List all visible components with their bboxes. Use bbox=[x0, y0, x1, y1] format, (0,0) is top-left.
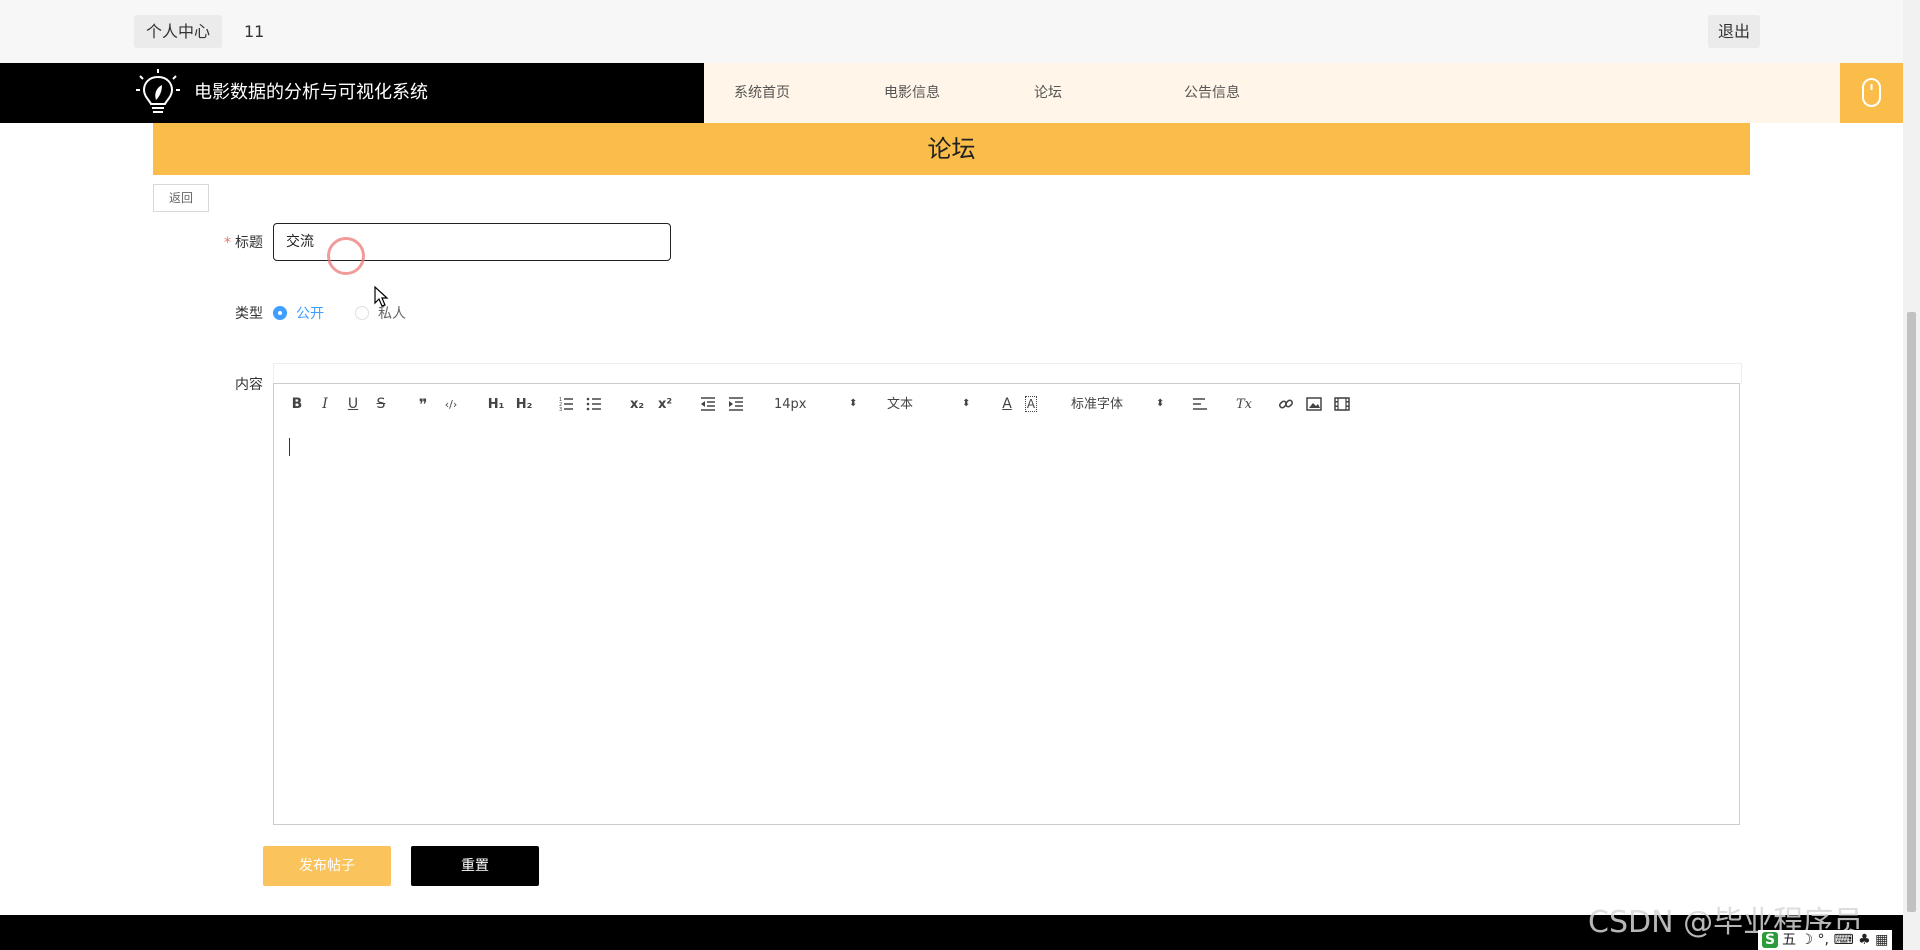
title-label: * 标题 bbox=[224, 235, 263, 251]
mouse-button[interactable] bbox=[1840, 63, 1903, 123]
subscript-icon[interactable]: x₂ bbox=[626, 384, 648, 425]
font-family-arrow-icon: ⬍ bbox=[1156, 398, 1165, 409]
click-indicator bbox=[327, 237, 365, 275]
nav-item-home[interactable]: 系统首页 bbox=[734, 63, 790, 123]
tray-icons: 五 ☽ °, ⌨ ♣ ▦ bbox=[1782, 932, 1889, 948]
background-color-icon[interactable]: A bbox=[1022, 384, 1040, 425]
clear-format-icon[interactable]: Tx bbox=[1234, 384, 1254, 425]
h1-icon[interactable]: H₁ bbox=[484, 384, 508, 425]
strike-icon[interactable]: S bbox=[372, 384, 390, 425]
type-label: 类型 bbox=[235, 306, 263, 322]
scrollbar-thumb[interactable] bbox=[1907, 312, 1916, 912]
content-editor[interactable] bbox=[273, 424, 1740, 825]
code-block-icon[interactable]: ‹/› bbox=[440, 384, 462, 425]
font-color-icon[interactable]: A bbox=[998, 384, 1016, 425]
underline-icon[interactable]: U bbox=[344, 384, 362, 425]
page-title: 论坛 bbox=[153, 123, 1750, 175]
editor-container bbox=[273, 363, 1742, 384]
superscript-icon[interactable]: x² bbox=[654, 384, 676, 425]
main-nav: 电影数据的分析与可视化系统 系统首页 电影信息 论坛 公告信息 bbox=[0, 63, 1903, 123]
video-icon[interactable] bbox=[1334, 397, 1350, 411]
logout-button[interactable]: 退出 bbox=[1708, 15, 1760, 48]
italic-icon[interactable]: I bbox=[316, 384, 334, 425]
nav-item-forum[interactable]: 论坛 bbox=[1034, 63, 1062, 123]
font-size-select[interactable]: 14px bbox=[774, 384, 807, 425]
content-label: 内容 bbox=[235, 377, 263, 393]
font-family-select[interactable]: 标准字体 bbox=[1071, 384, 1123, 425]
radio-private[interactable]: 私人 bbox=[355, 303, 406, 323]
required-mark: * bbox=[224, 235, 231, 251]
indent-icon[interactable] bbox=[728, 396, 744, 412]
link-icon[interactable] bbox=[1278, 396, 1294, 412]
image-icon[interactable] bbox=[1306, 397, 1322, 411]
editor-toolbar: B I U S ❞ ‹/› H₁ H₂ 123 x₂ x² 14px ⬍ 文本 … bbox=[273, 383, 1740, 426]
mouse-icon bbox=[1862, 78, 1881, 107]
svg-text:3: 3 bbox=[559, 407, 562, 412]
reset-button[interactable]: 重置 bbox=[411, 846, 539, 886]
top-bar: 个人中心 11 退出 bbox=[0, 0, 1920, 64]
nav-item-movies[interactable]: 电影信息 bbox=[884, 63, 940, 123]
ordered-list-icon[interactable]: 123 bbox=[558, 396, 574, 412]
align-icon[interactable] bbox=[1192, 397, 1208, 411]
block-type-select[interactable]: 文本 bbox=[887, 384, 913, 425]
nav-item-notices[interactable]: 公告信息 bbox=[1184, 63, 1240, 123]
radio-public[interactable]: 公开 bbox=[273, 303, 324, 323]
text-caret bbox=[289, 438, 290, 456]
system-tray: S五 ☽ °, ⌨ ♣ ▦ bbox=[1758, 930, 1893, 950]
block-type-arrow-icon: ⬍ bbox=[962, 398, 971, 409]
outdent-icon[interactable] bbox=[700, 396, 716, 412]
radio-checked-icon bbox=[273, 306, 287, 320]
blockquote-icon[interactable]: ❞ bbox=[414, 384, 432, 425]
username: 11 bbox=[244, 22, 265, 41]
h2-icon[interactable]: H₂ bbox=[512, 384, 536, 425]
brand[interactable]: 电影数据的分析与可视化系统 bbox=[0, 63, 704, 123]
bullet-list-icon[interactable] bbox=[586, 396, 602, 412]
font-size-arrow-icon: ⬍ bbox=[849, 398, 858, 409]
back-button[interactable]: 返回 bbox=[153, 184, 209, 212]
radio-unchecked-icon bbox=[355, 306, 369, 320]
user-center-button[interactable]: 个人中心 bbox=[134, 15, 223, 48]
publish-post-button[interactable]: 发布帖子 bbox=[263, 846, 391, 886]
lightbulb-logo-icon bbox=[136, 69, 180, 113]
bold-icon[interactable]: B bbox=[288, 384, 306, 425]
site-title: 电影数据的分析与可视化系统 bbox=[194, 82, 428, 103]
ime-icon[interactable]: S bbox=[1762, 932, 1779, 948]
